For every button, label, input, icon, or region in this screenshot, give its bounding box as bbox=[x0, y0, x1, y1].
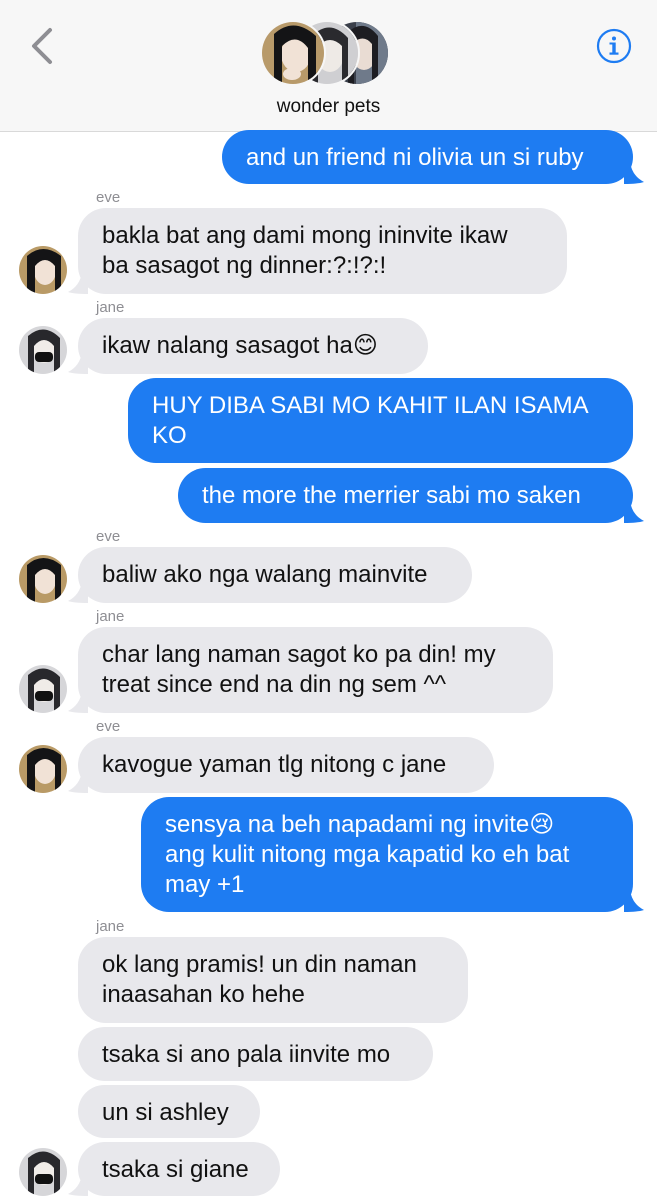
message-bubble-outgoing[interactable]: the more the merrier sabi mo saken bbox=[178, 468, 633, 523]
avatar-eve[interactable] bbox=[19, 745, 67, 793]
bubble-tail bbox=[68, 771, 88, 793]
message-bubble-incoming[interactable]: kavogue yaman tlg nitong c jane bbox=[78, 737, 494, 793]
sender-name: eve bbox=[96, 528, 121, 545]
bubble-tail bbox=[624, 162, 644, 184]
info-icon bbox=[596, 28, 632, 64]
avatar-jane[interactable] bbox=[19, 326, 67, 374]
sender-name: jane bbox=[96, 608, 125, 625]
back-button[interactable] bbox=[24, 22, 60, 70]
group-avatar-stack[interactable] bbox=[260, 20, 390, 86]
message-bubble-incoming[interactable]: ok lang pramis! un din naman inaasahan k… bbox=[78, 937, 468, 1023]
bubble-tail bbox=[68, 691, 88, 713]
conversation-header: wonder pets bbox=[0, 0, 657, 132]
message-bubble-incoming[interactable]: tsaka si giane bbox=[78, 1142, 280, 1196]
bubble-tail bbox=[624, 501, 644, 523]
message-bubble-incoming[interactable]: baliw ako nga walang mainvite bbox=[78, 547, 472, 603]
bubble-tail bbox=[68, 581, 88, 603]
info-button[interactable] bbox=[596, 28, 632, 64]
message-bubble-incoming[interactable]: ikaw nalang sasagot ha😊 bbox=[78, 318, 428, 374]
sender-name: jane bbox=[96, 918, 125, 935]
member-avatar bbox=[260, 20, 326, 86]
chevron-left-icon bbox=[32, 28, 52, 64]
message-bubble-incoming[interactable]: bakla bat ang dami mong ininvite ikaw ba… bbox=[78, 208, 567, 294]
avatar-eve[interactable] bbox=[19, 246, 67, 294]
avatar-eve[interactable] bbox=[19, 555, 67, 603]
message-bubble-outgoing[interactable]: and un friend ni olivia un si ruby bbox=[222, 130, 633, 184]
bubble-tail bbox=[624, 890, 644, 912]
bubble-tail bbox=[68, 352, 88, 374]
avatar-jane[interactable] bbox=[19, 1148, 67, 1196]
messages-screen: wonder pets and un friend ni olivia un s… bbox=[0, 0, 657, 1200]
avatar-jane[interactable] bbox=[19, 665, 67, 713]
sender-name: jane bbox=[96, 299, 125, 316]
sender-name: eve bbox=[96, 189, 121, 206]
bubble-tail bbox=[68, 1174, 88, 1196]
sender-name: eve bbox=[96, 718, 121, 735]
message-bubble-incoming[interactable]: tsaka si ano pala iinvite mo bbox=[78, 1027, 433, 1081]
bubble-tail bbox=[68, 272, 88, 294]
message-bubble-incoming[interactable]: char lang naman sagot ko pa din! my trea… bbox=[78, 627, 553, 713]
message-bubble-outgoing[interactable]: sensya na beh napadami ng invite😢 ang ku… bbox=[141, 797, 633, 912]
message-bubble-incoming[interactable]: un si ashley bbox=[78, 1085, 260, 1138]
group-name[interactable]: wonder pets bbox=[0, 96, 657, 118]
message-bubble-outgoing[interactable]: HUY DIBA SABI MO KAHIT ILAN ISAMA KO bbox=[128, 378, 633, 463]
